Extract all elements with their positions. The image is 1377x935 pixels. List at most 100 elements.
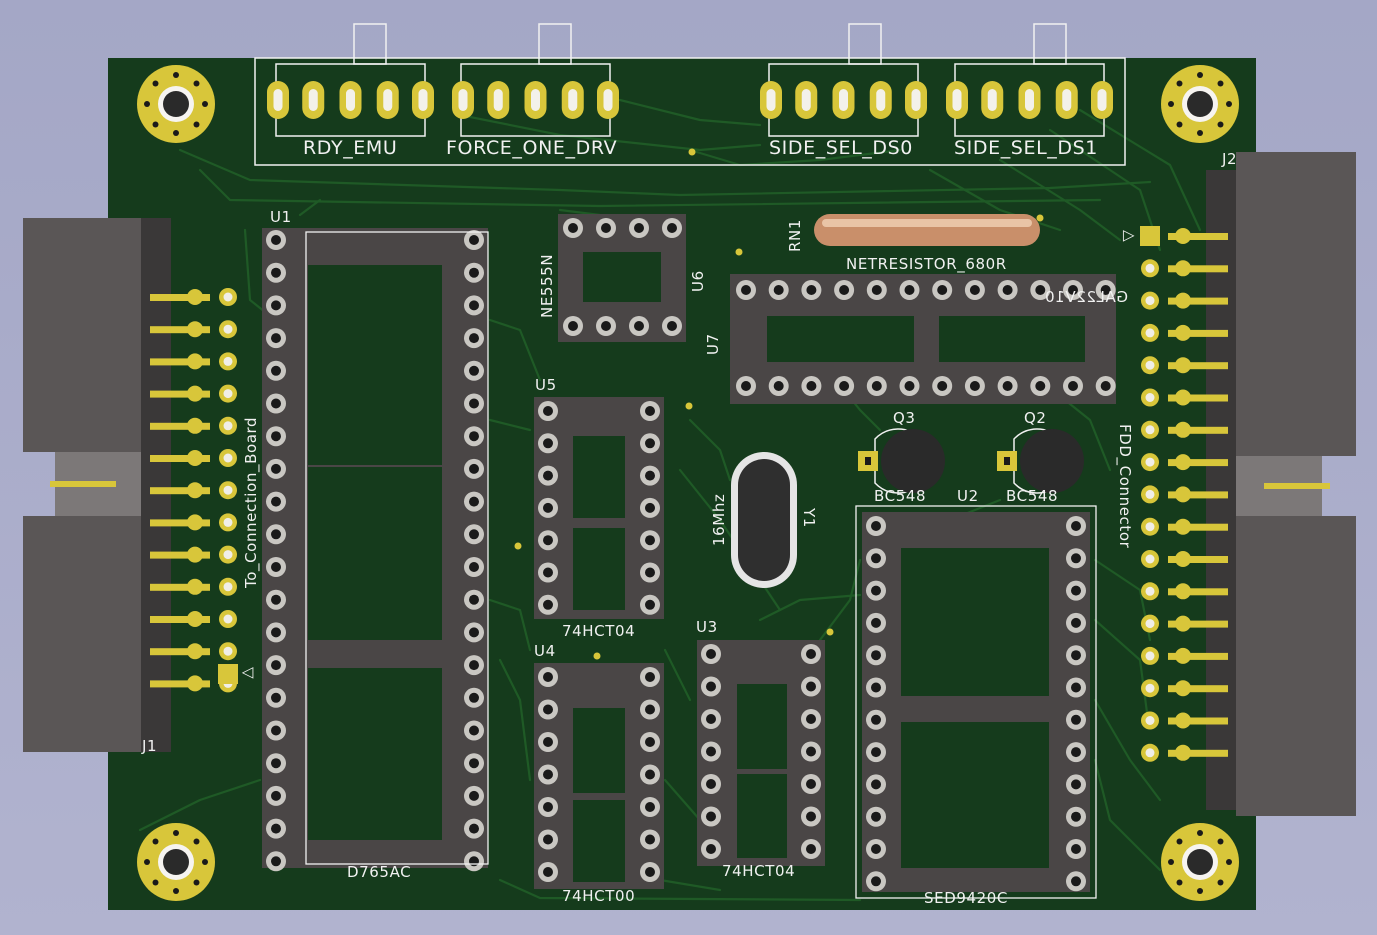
via-4 xyxy=(685,402,693,410)
mounting-hole-via-3-2 xyxy=(1197,888,1203,894)
header-hole-3-2 xyxy=(1025,89,1034,111)
socket-u4-hole-0-5 xyxy=(543,834,553,845)
socket-u2-hole-1-10 xyxy=(1071,844,1081,854)
socket-u3 xyxy=(697,640,825,866)
trace-9 xyxy=(488,418,532,432)
u7-hole-0-1 xyxy=(773,285,784,295)
socket-u4-window-1 xyxy=(573,800,625,882)
socket-u2-hole-1-6 xyxy=(1071,714,1081,725)
socket-u4-hole-1-1 xyxy=(645,704,655,715)
j2-pad-a-5 xyxy=(1175,389,1191,406)
u7-hole-1-7 xyxy=(969,381,980,391)
via-9 xyxy=(593,652,601,660)
j2-hole-9 xyxy=(1145,522,1155,532)
label-sed9420c: SED9420C xyxy=(924,889,1008,907)
label-netresistor: NETRESISTOR_680R xyxy=(846,255,1007,273)
j2-pad-a-11 xyxy=(1175,583,1191,600)
socket-u1-hole-1-11 xyxy=(469,594,479,605)
socket-u1-hole-0-5 xyxy=(271,398,281,409)
j1-pad-a-0 xyxy=(187,289,203,305)
socket-u3-hole-0-5 xyxy=(706,811,716,822)
u6-hole-1-0 xyxy=(568,321,578,331)
socket-u2-hole-0-1 xyxy=(871,553,881,564)
u7-hole-0-3 xyxy=(839,285,850,295)
j2-pad-a-12 xyxy=(1175,615,1191,632)
socket-u3-window-1 xyxy=(737,774,787,858)
socket-u1-hole-0-6 xyxy=(271,431,281,442)
socket-u5 xyxy=(534,397,664,619)
mounting-hole-via-2-3 xyxy=(152,879,159,886)
u7-hole-1-5 xyxy=(904,381,915,391)
socket-u3-hole-1-2 xyxy=(806,714,816,724)
mounting-hole-via-3-6 xyxy=(1197,830,1203,836)
mounting-hole-via-2-4 xyxy=(144,859,150,865)
mounting-hole-via-1-0 xyxy=(1226,101,1232,107)
socket-u5-hole-0-6 xyxy=(543,599,553,610)
mounting-hole-core-3 xyxy=(1187,849,1213,875)
socket-u1-hole-0-0 xyxy=(271,235,281,245)
socket-u2-hole-0-2 xyxy=(871,585,881,596)
socket-u4-hole-0-3 xyxy=(543,769,553,780)
j1-pad-a-6 xyxy=(187,482,203,499)
socket-u1-hole-1-5 xyxy=(469,398,479,409)
j2-pad-a-13 xyxy=(1175,647,1191,664)
j2-pad-a-6 xyxy=(1175,421,1191,438)
label-side-sel-ds0: SIDE_SEL_DS0 xyxy=(769,137,913,159)
u7-hole-1-9 xyxy=(1035,381,1046,391)
resistor-network xyxy=(814,214,1040,246)
socket-u1-hole-1-8 xyxy=(469,496,479,507)
socket-u1-window-1 xyxy=(308,467,442,640)
label-j2: J2 xyxy=(1222,150,1238,168)
socket-u1-hole-1-16 xyxy=(469,758,479,769)
j2-pad-a-14 xyxy=(1175,680,1191,697)
label-to-connection-board: To_Connection_Board xyxy=(242,416,260,588)
socket-u1-hole-0-9 xyxy=(271,529,281,540)
j2-pad-a-2 xyxy=(1175,292,1191,309)
socket-u5-hole-0-2 xyxy=(543,470,553,481)
header-hole-0-3 xyxy=(383,89,393,111)
pcb-artwork xyxy=(23,23,1356,902)
label-d765ac: D765AC xyxy=(347,863,412,881)
label-side-sel-ds1: SIDE_SEL_DS1 xyxy=(954,137,1098,159)
j1-pad-a-12 xyxy=(187,675,203,692)
j2-pad-a-10 xyxy=(1175,551,1191,567)
socket-u1-hole-0-3 xyxy=(271,333,281,344)
socket-u1-hole-0-18 xyxy=(271,823,281,834)
mounting-hole-via-3-3 xyxy=(1176,879,1183,886)
j1-pad-a-10 xyxy=(187,611,203,627)
trace-22 xyxy=(138,778,262,832)
transistor-pad-hole-1 xyxy=(1004,457,1010,465)
socket-u5-hole-1-3 xyxy=(645,502,655,513)
j2-hole-6 xyxy=(1145,425,1155,435)
socket-u4-hole-1-5 xyxy=(645,834,655,845)
j2-key-pin xyxy=(1264,483,1330,489)
mounting-hole-via-3-0 xyxy=(1226,859,1232,865)
j2-pad-a-15 xyxy=(1175,712,1191,729)
u6-hole-0-1 xyxy=(601,223,611,233)
label-u2: U2 xyxy=(957,487,979,505)
socket-u1-hole-0-16 xyxy=(271,758,281,769)
socket-u4-hole-0-1 xyxy=(543,704,553,715)
mounting-hole-via-2-1 xyxy=(193,879,200,886)
label-u3: U3 xyxy=(696,618,718,636)
socket-u4-hole-1-6 xyxy=(645,867,655,877)
j1-pad-a-4 xyxy=(187,417,203,434)
via-0 xyxy=(688,148,696,156)
j1-pad-a-5 xyxy=(187,450,203,466)
j1-pin1-pad xyxy=(218,664,238,684)
trace-1 xyxy=(198,168,1102,208)
header-hole-3-1 xyxy=(987,89,997,111)
socket-u1-hole-1-1 xyxy=(469,267,479,278)
mounting-hole-via-1-7 xyxy=(1217,80,1224,87)
trace-18 xyxy=(1093,758,1162,872)
j1-hole-0 xyxy=(223,292,233,302)
mounting-hole-via-1-1 xyxy=(1217,121,1224,128)
j2-pad-a-0 xyxy=(1175,228,1191,244)
socket-u1-hole-0-19 xyxy=(271,856,281,867)
transistor-body-0 xyxy=(881,429,945,493)
socket-u1-hole-1-18 xyxy=(469,823,479,834)
socket-u5-hole-0-4 xyxy=(543,535,553,546)
label-u1: U1 xyxy=(270,208,292,226)
j2-hole-14 xyxy=(1145,683,1155,693)
socket-u5-hole-1-4 xyxy=(645,535,655,546)
